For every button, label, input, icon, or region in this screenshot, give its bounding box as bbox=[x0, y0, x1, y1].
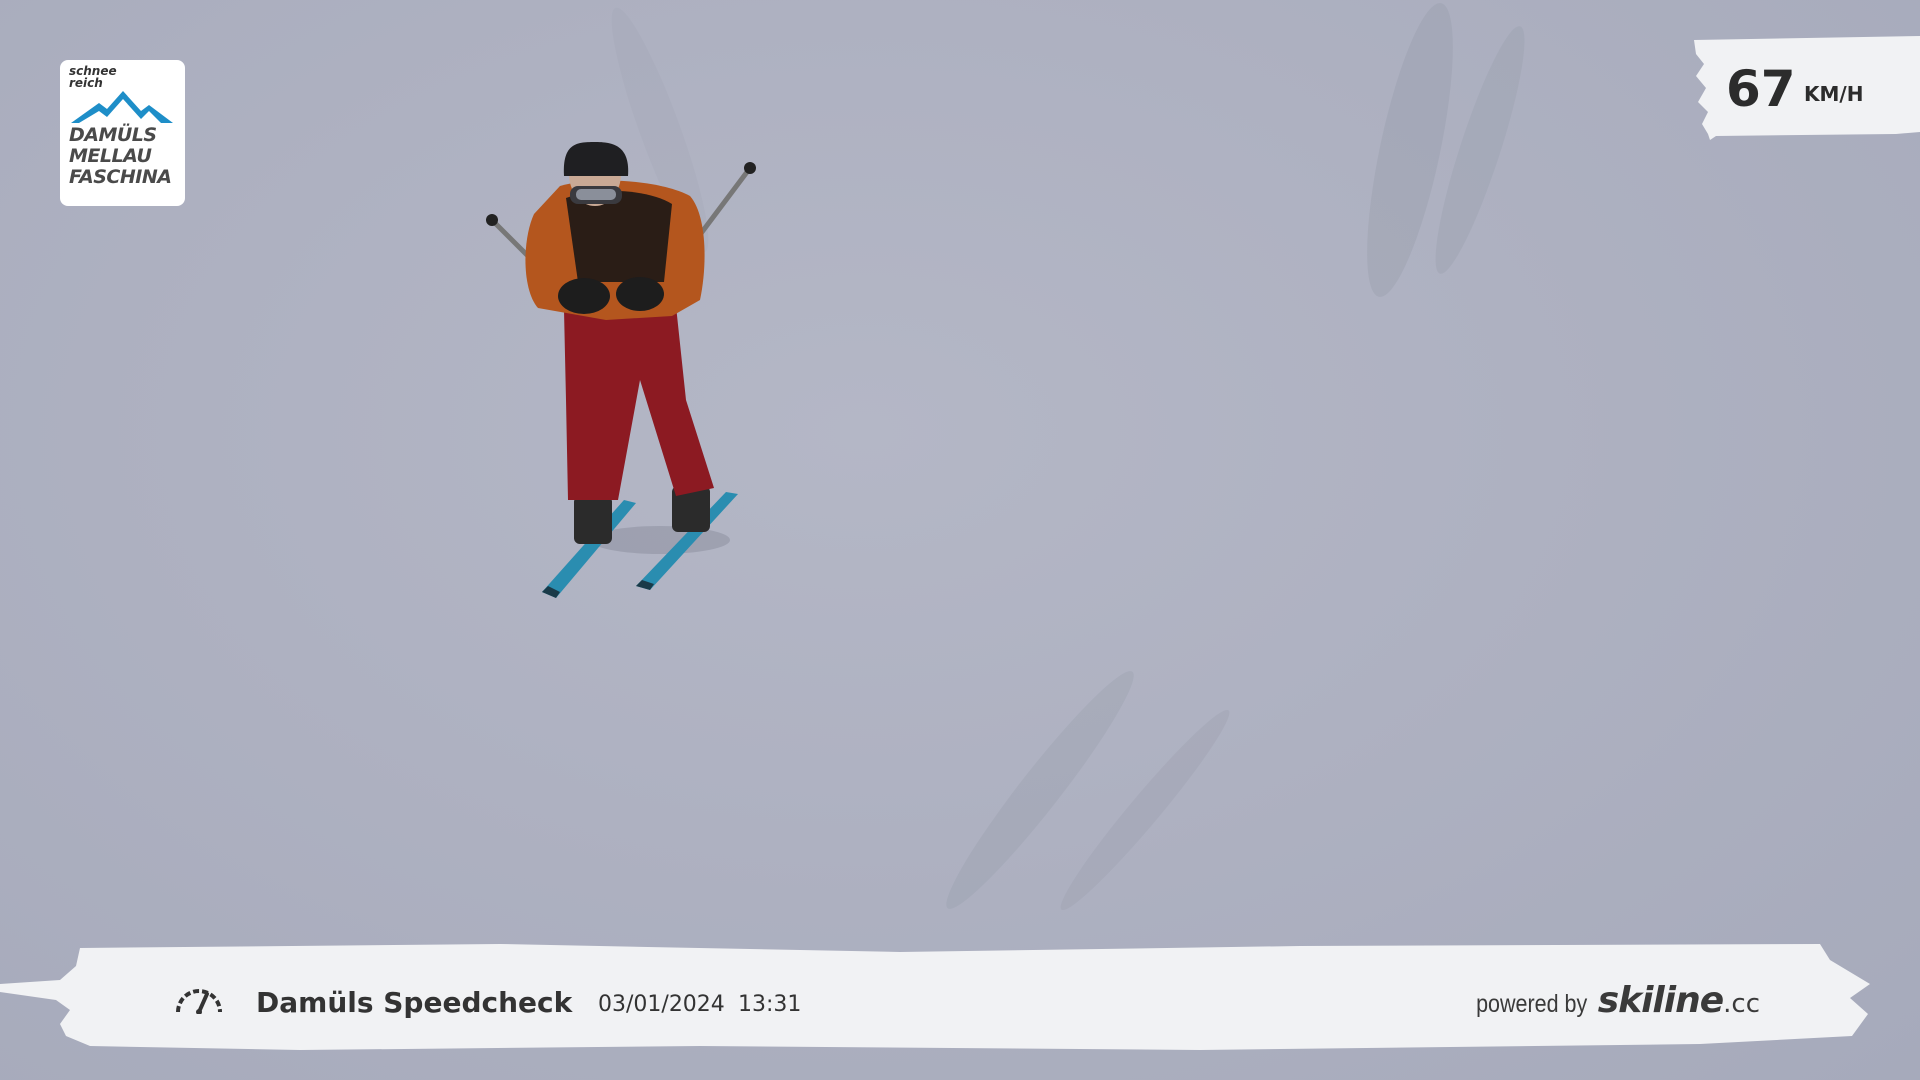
ski-slope-photo: schnee reich DAMÜLS MELLAU FASCHINA 67 K… bbox=[0, 0, 1920, 1080]
logo-resort-line: MELLAU bbox=[69, 145, 152, 167]
powered-by-label: powered by bbox=[1476, 990, 1588, 1018]
mountain-icon bbox=[71, 91, 173, 123]
date-text: 03/01/2024 bbox=[598, 992, 725, 1017]
station-title: Damüls Speedcheck bbox=[256, 986, 573, 1019]
speed-badge: 67 KM/H bbox=[1686, 36, 1920, 140]
speed-unit: KM/H bbox=[1804, 82, 1864, 106]
time-text: 13:31 bbox=[738, 992, 802, 1017]
brand-tld: .cc bbox=[1723, 989, 1760, 1019]
logo-tagline-line2: reich bbox=[69, 76, 103, 90]
logo-resort-line: FASCHINA bbox=[69, 166, 172, 188]
resort-logo: schnee reich DAMÜLS MELLAU FASCHINA bbox=[60, 60, 185, 206]
brand-name: skiline bbox=[1597, 980, 1724, 1021]
info-banner: Damüls Speedcheck 03/01/2024 13:31 power… bbox=[0, 940, 1920, 1060]
skier bbox=[486, 142, 756, 598]
speed-value: 67 bbox=[1726, 60, 1796, 118]
speedometer-icon bbox=[176, 989, 222, 1014]
logo-resort-line: DAMÜLS bbox=[69, 124, 157, 146]
powered-by-brand: powered by skiline .cc bbox=[1458, 980, 1760, 1021]
